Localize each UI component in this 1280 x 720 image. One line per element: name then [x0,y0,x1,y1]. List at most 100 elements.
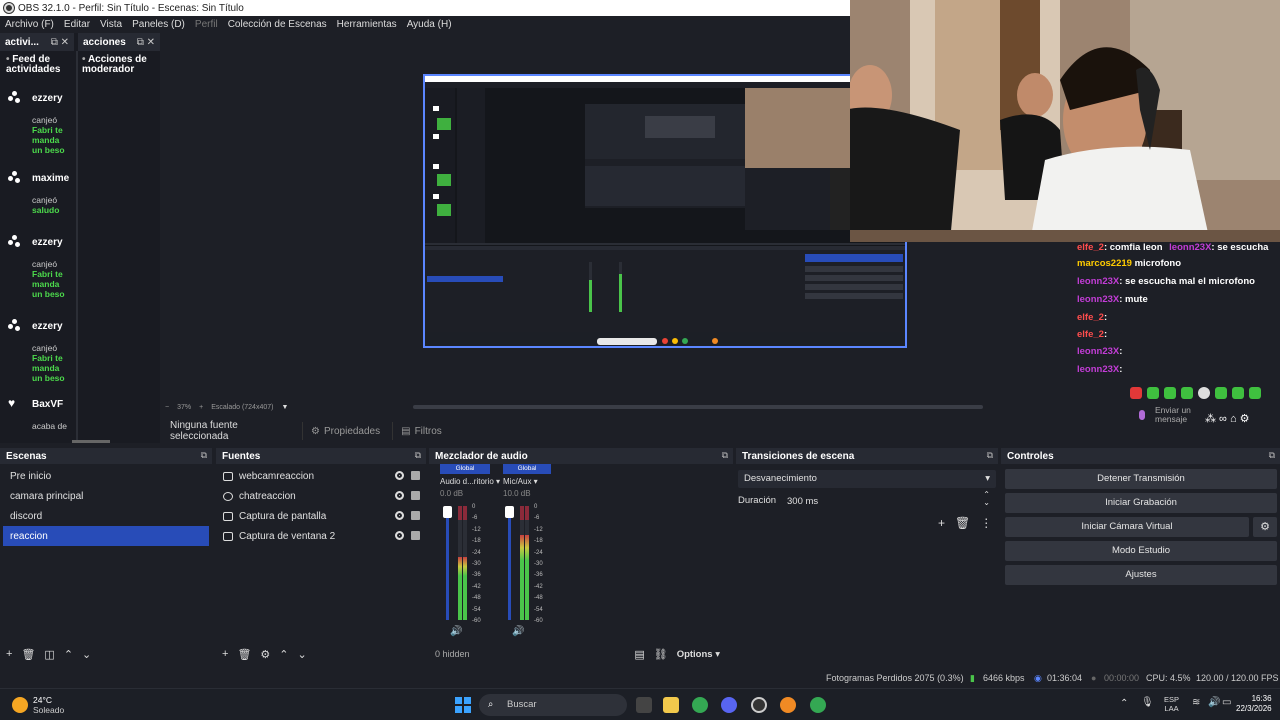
settings-button[interactable]: Ajustes [1005,565,1277,585]
scene-item[interactable]: camara principal [3,486,209,506]
scene-item[interactable]: Pre inicio [3,466,209,486]
link-icon[interactable]: ⛓ [654,648,668,661]
channel-name[interactable]: Audio d...ritorio ▾ [440,477,500,486]
meter-tick-label: -6 [472,515,478,522]
down-arrow-icon[interactable]: ⌄ [82,648,91,661]
more-icon[interactable]: ⋮ [980,516,992,530]
preview-hscroll[interactable] [413,405,983,409]
obs-icon[interactable] [751,697,767,713]
channel-name[interactable]: Mic/Aux ▾ [503,477,551,486]
task-view-icon[interactable] [636,697,652,713]
properties-button[interactable]: ⚙ Propiedades [302,422,380,440]
volume-slider[interactable] [508,506,511,620]
volume-knob[interactable] [505,506,514,518]
volume-slider[interactable] [446,506,449,620]
menu-coleccion[interactable]: Colección de Escenas [223,19,332,30]
weather-widget[interactable]: 24°C Soleado [33,695,64,715]
speaker-icon[interactable]: 🔊 [512,626,524,637]
speaker-icon[interactable]: 🔊 [450,626,462,637]
tab-actions[interactable]: acciones ⧉ ✕ [78,33,160,51]
menu-editar[interactable]: Editar [59,19,95,30]
menu-herramientas[interactable]: Herramientas [332,19,402,30]
lock-icon[interactable] [411,511,420,520]
trash-icon[interactable]: 🗑 [21,648,35,661]
chrome-icon[interactable] [810,697,826,713]
wifi-icon[interactable]: ≋ [1192,697,1200,708]
chat-send-input[interactable]: Enviar un mensaje [1155,406,1195,424]
dock-controls[interactable]: ⧉ ✕ [51,37,69,48]
volume-knob[interactable] [443,506,452,518]
trash-icon[interactable]: 🗑 [955,516,970,530]
virtual-camera-settings-icon[interactable]: ⚙ [1253,517,1277,537]
undock-icon[interactable]: ⧉ [1269,450,1275,461]
preview-scene[interactable] [423,74,907,348]
clock[interactable]: 16:36 22/3/2026 [1236,694,1272,714]
eye-icon[interactable] [395,491,404,500]
undock-icon[interactable]: ⧉ [987,450,993,461]
language-indicator[interactable]: ESP LAA [1164,695,1179,713]
mic-tray-icon[interactable]: 🎙 [1141,697,1154,708]
duration-input[interactable]: 300 ms ⌃ ⌄ [782,491,996,511]
add-icon[interactable]: + [938,516,945,530]
battery-icon[interactable]: ▭ [1222,697,1231,708]
meter-tick-label: -6 [534,515,540,522]
studio-mode-button[interactable]: Modo Estudio [1005,541,1277,561]
volume-icon[interactable]: 🔊 [1208,697,1220,708]
undock-icon[interactable]: ⧉ [722,450,728,461]
start-recording-button[interactable]: Iniciar Grabación [1005,493,1277,513]
source-item[interactable]: Captura de ventana 2 [216,526,426,546]
options-button[interactable]: Options ▾ [677,649,720,660]
transition-select[interactable]: Desvanecimiento ▾ [738,470,996,488]
menu-archivo[interactable]: Archivo (F) [0,19,59,30]
lock-icon[interactable] [411,471,420,480]
source-item[interactable]: Captura de pantalla [216,506,426,526]
undock-icon[interactable]: ⧉ [201,450,207,461]
scale-dropdown-icon[interactable]: ▼ [281,404,288,411]
weather-icon[interactable] [12,697,28,713]
tray-chevron-icon[interactable]: ⌃ [1120,698,1128,709]
dropped-frames: Fotogramas Perdidos 2075 (0.3%) [826,673,964,683]
gear-icon[interactable]: ⚙ [260,648,270,661]
source-item[interactable]: chatreaccion [216,486,426,506]
windows-start-icon[interactable] [455,697,471,713]
up-arrow-icon[interactable]: ⌃ [279,648,288,661]
trash-icon[interactable]: 🗑 [237,648,251,661]
add-icon[interactable]: + [6,648,12,660]
sources-title: Fuentes [222,450,261,462]
file-explorer-icon[interactable] [663,697,679,713]
eye-icon[interactable] [395,531,404,540]
menu-ayuda[interactable]: Ayuda (H) [402,19,457,30]
add-icon[interactable]: + [222,648,228,660]
discord-icon[interactable] [721,697,737,713]
fps: 120.00 / 120.00 FPS [1196,673,1279,683]
menu-vista[interactable]: Vista [95,19,127,30]
app-icon[interactable] [780,697,796,713]
down-arrow-icon[interactable]: ⌄ [298,648,307,661]
start-virtual-camera-button[interactable]: Iniciar Cámara Virtual [1005,517,1249,537]
up-arrow-icon[interactable]: ⌃ [64,648,73,661]
filters-button[interactable]: ▤ Filtros [392,422,442,440]
window-icon [223,531,233,541]
scene-item[interactable]: discord [3,506,209,526]
mic-icon[interactable] [1135,410,1149,424]
source-item[interactable]: webcamreaccion [216,466,426,486]
dock-controls-2[interactable]: ⧉ ✕ [137,37,155,48]
chrome-icon[interactable] [692,697,708,713]
taskbar-search[interactable]: ⌕ Buscar [479,694,627,716]
undock-icon[interactable]: ⧉ [415,450,421,461]
scene-item-selected[interactable]: reaccion [3,526,209,546]
chat-tools-icon[interactable]: ⁂ ∞ ⌂ ⚙ [1205,412,1250,425]
lock-icon[interactable] [411,491,420,500]
lock-icon[interactable] [411,531,420,540]
tab-activity[interactable]: activi... ⧉ ✕ [0,33,74,51]
dock-scrollbar[interactable] [72,440,110,443]
menu-perfil[interactable]: Perfil [190,19,223,30]
eye-icon[interactable] [395,511,404,520]
menu-paneles[interactable]: Paneles (D) [127,19,190,30]
eye-icon[interactable] [395,471,404,480]
filter-icon[interactable]: ◫ [44,648,54,661]
zoom-out-button[interactable]: − [165,404,169,411]
stop-stream-button[interactable]: Detener Transmisión [1005,469,1277,489]
zoom-in-button[interactable]: + [199,404,203,411]
layout-icon[interactable]: ▤ [634,648,644,661]
